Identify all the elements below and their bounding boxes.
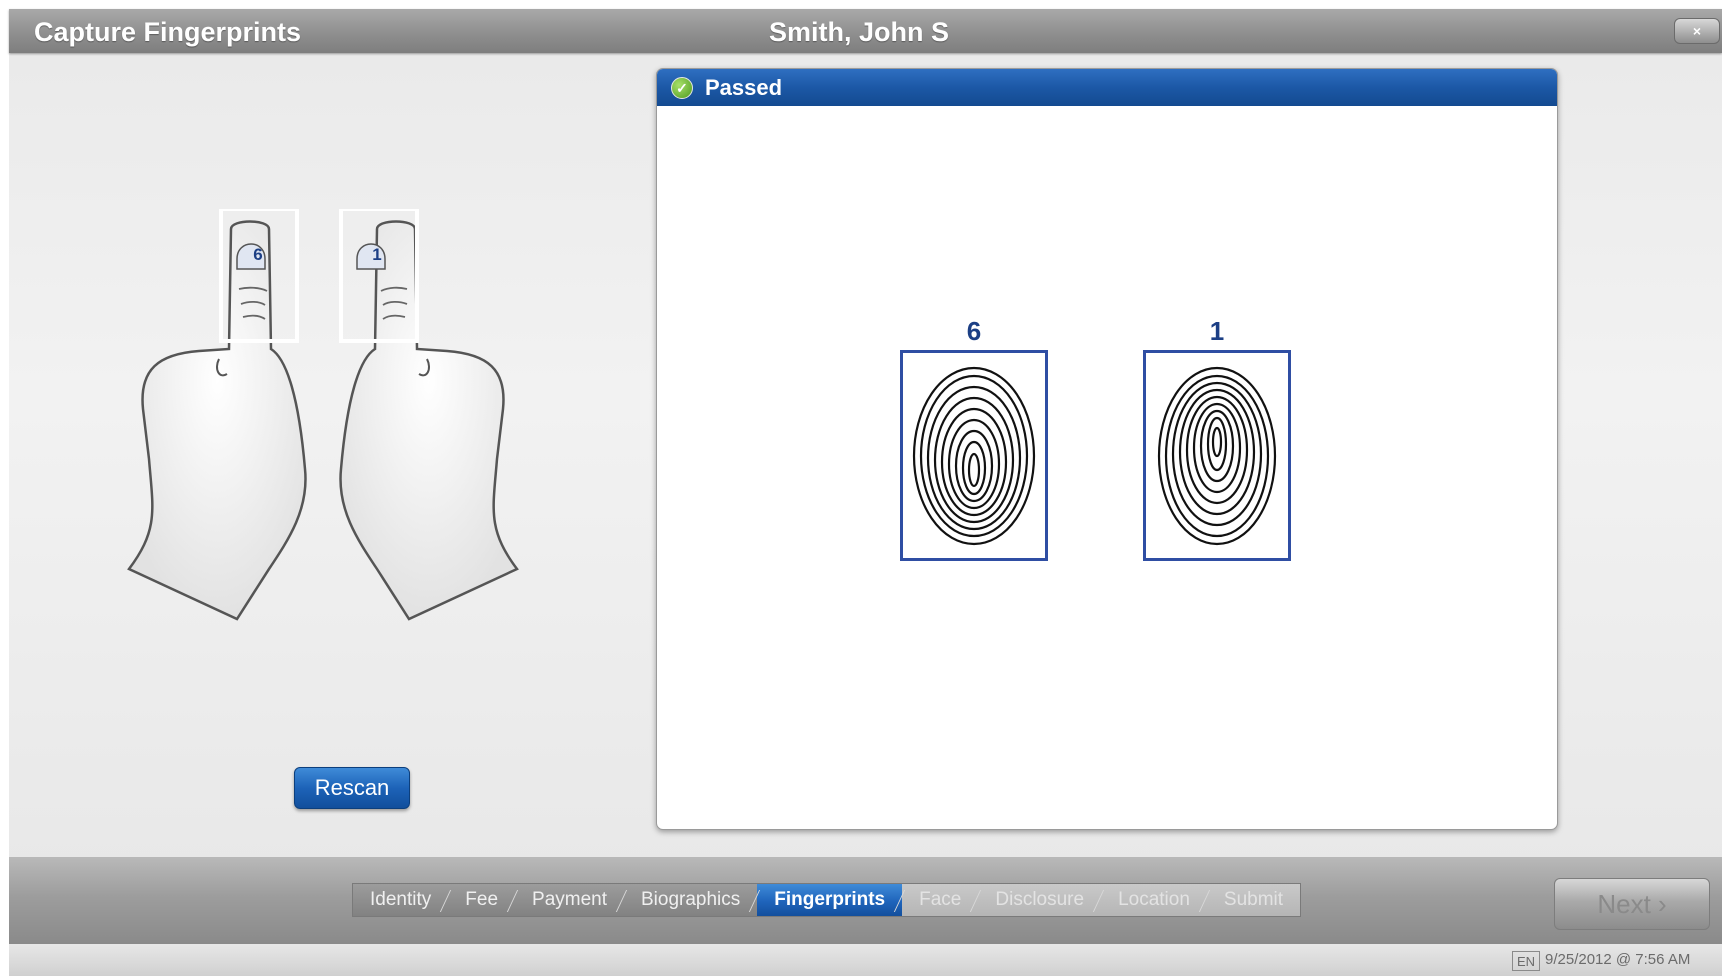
fingerprint-card: 1 bbox=[1143, 316, 1291, 561]
right-finger-number: 1 bbox=[372, 245, 381, 264]
close-button[interactable]: × bbox=[1674, 18, 1720, 44]
step-submit: Submit bbox=[1206, 884, 1301, 916]
step-disclosure: Disclosure bbox=[978, 884, 1102, 916]
fingerprint-frame bbox=[900, 350, 1048, 561]
capture-result-panel: ✓ Passed 6 1 bbox=[656, 68, 1558, 830]
workflow-steps: Identity Fee Payment Biographics Fingerp… bbox=[352, 883, 1302, 917]
result-status: Passed bbox=[705, 75, 783, 100]
capture-fingerprints-window: Capture Fingerprints Smith, John S × 6 1… bbox=[9, 9, 1722, 976]
close-icon: × bbox=[1692, 23, 1702, 39]
fingerprint-number: 6 bbox=[966, 316, 982, 346]
hands-illustration: 6 1 bbox=[127, 209, 519, 621]
step-biographics[interactable]: Biographics bbox=[624, 884, 757, 916]
left-finger-number: 6 bbox=[253, 245, 262, 264]
applicant-name: Smith, John S bbox=[769, 17, 950, 47]
result-header: ✓ Passed bbox=[657, 69, 1557, 106]
left-hand-icon bbox=[127, 220, 307, 621]
status-bar: EN 9/25/2012 @ 7:56 AM bbox=[9, 944, 1722, 976]
check-icon: ✓ bbox=[671, 77, 693, 99]
language-badge[interactable]: EN bbox=[1512, 951, 1540, 971]
step-face: Face bbox=[902, 884, 979, 916]
page-title: Capture Fingerprints bbox=[34, 17, 302, 47]
fingerprint-image bbox=[1157, 366, 1277, 545]
title-bar: Capture Fingerprints Smith, John S × bbox=[9, 9, 1722, 53]
step-location: Location bbox=[1101, 884, 1207, 916]
step-payment[interactable]: Payment bbox=[515, 884, 624, 916]
fingerprint-frame bbox=[1143, 350, 1291, 561]
step-identity[interactable]: Identity bbox=[353, 884, 448, 916]
fingerprint-image bbox=[912, 366, 1036, 545]
fingerprint-card: 6 bbox=[900, 316, 1048, 561]
rescan-button[interactable]: Rescan bbox=[294, 767, 410, 809]
workflow-nav: Identity Fee Payment Biographics Fingerp… bbox=[9, 857, 1722, 944]
fingerprint-number: 1 bbox=[1209, 316, 1225, 346]
right-hand-icon bbox=[339, 220, 519, 621]
datetime-display: 9/25/2012 @ 7:56 AM bbox=[1545, 951, 1691, 968]
step-fingerprints[interactable]: Fingerprints bbox=[757, 884, 903, 916]
next-button[interactable]: Next › bbox=[1554, 878, 1710, 930]
